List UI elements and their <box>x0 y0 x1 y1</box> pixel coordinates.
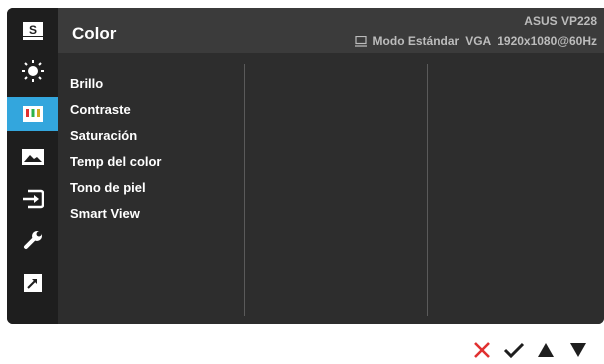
sidebar-item-image[interactable] <box>7 140 58 174</box>
monitor-icon <box>354 35 367 47</box>
sidebar: S <box>7 8 58 324</box>
resolution: 1920x1080@60Hz <box>497 34 597 48</box>
sidebar-item-system-setup[interactable] <box>7 223 58 257</box>
wrench-icon <box>23 231 42 249</box>
header-bar: Color ASUS VP228 Modo Estándar VGA 1920x… <box>58 8 604 53</box>
sidebar-item-shortcut[interactable] <box>7 266 58 300</box>
sidebar-item-splendid[interactable]: S <box>7 14 58 48</box>
model-name: ASUS VP228 <box>524 14 597 28</box>
menu-item-contrast[interactable]: Contraste <box>70 102 131 117</box>
checkmark-icon <box>503 342 525 359</box>
svg-text:S: S <box>28 23 36 37</box>
status-line: Modo Estándar VGA 1920x1080@60Hz <box>354 34 597 48</box>
brightness-sun-icon <box>21 60 44 82</box>
image-icon <box>21 149 44 165</box>
main-panel: Color ASUS VP228 Modo Estándar VGA 1920x… <box>58 8 604 324</box>
column-divider <box>244 64 245 316</box>
up-arrow-icon <box>538 343 554 357</box>
input-source: VGA <box>465 34 492 48</box>
splendid-mode: Modo Estándar <box>372 34 460 48</box>
column-divider <box>427 64 428 316</box>
menu-item-saturation[interactable]: Saturación <box>70 128 137 143</box>
confirm-key[interactable] <box>502 340 526 360</box>
sidebar-item-color[interactable] <box>7 97 58 131</box>
sidebar-item-input-select[interactable] <box>7 182 58 216</box>
page-title: Color <box>72 24 117 43</box>
close-key[interactable] <box>470 340 494 360</box>
up-key[interactable] <box>534 340 558 360</box>
menu-item-smart-view[interactable]: Smart View <box>70 206 140 221</box>
close-x-icon <box>474 342 490 358</box>
input-select-icon <box>22 189 44 209</box>
splendid-s-icon: S <box>22 22 43 40</box>
key-guide <box>470 340 590 360</box>
shortcut-arrow-icon <box>23 274 42 292</box>
down-arrow-icon <box>570 343 586 357</box>
menu-item-brightness[interactable]: Brillo <box>70 76 103 91</box>
color-bars-icon <box>22 106 43 122</box>
down-key[interactable] <box>566 340 590 360</box>
menu-item-color-temp[interactable]: Temp del color <box>70 154 162 169</box>
osd-menu-panel: S Color ASUS VP228 Modo Estándar VGA 192… <box>7 8 604 324</box>
sidebar-item-brightness[interactable] <box>7 54 58 88</box>
menu-item-skin-tone[interactable]: Tono de piel <box>70 180 146 195</box>
